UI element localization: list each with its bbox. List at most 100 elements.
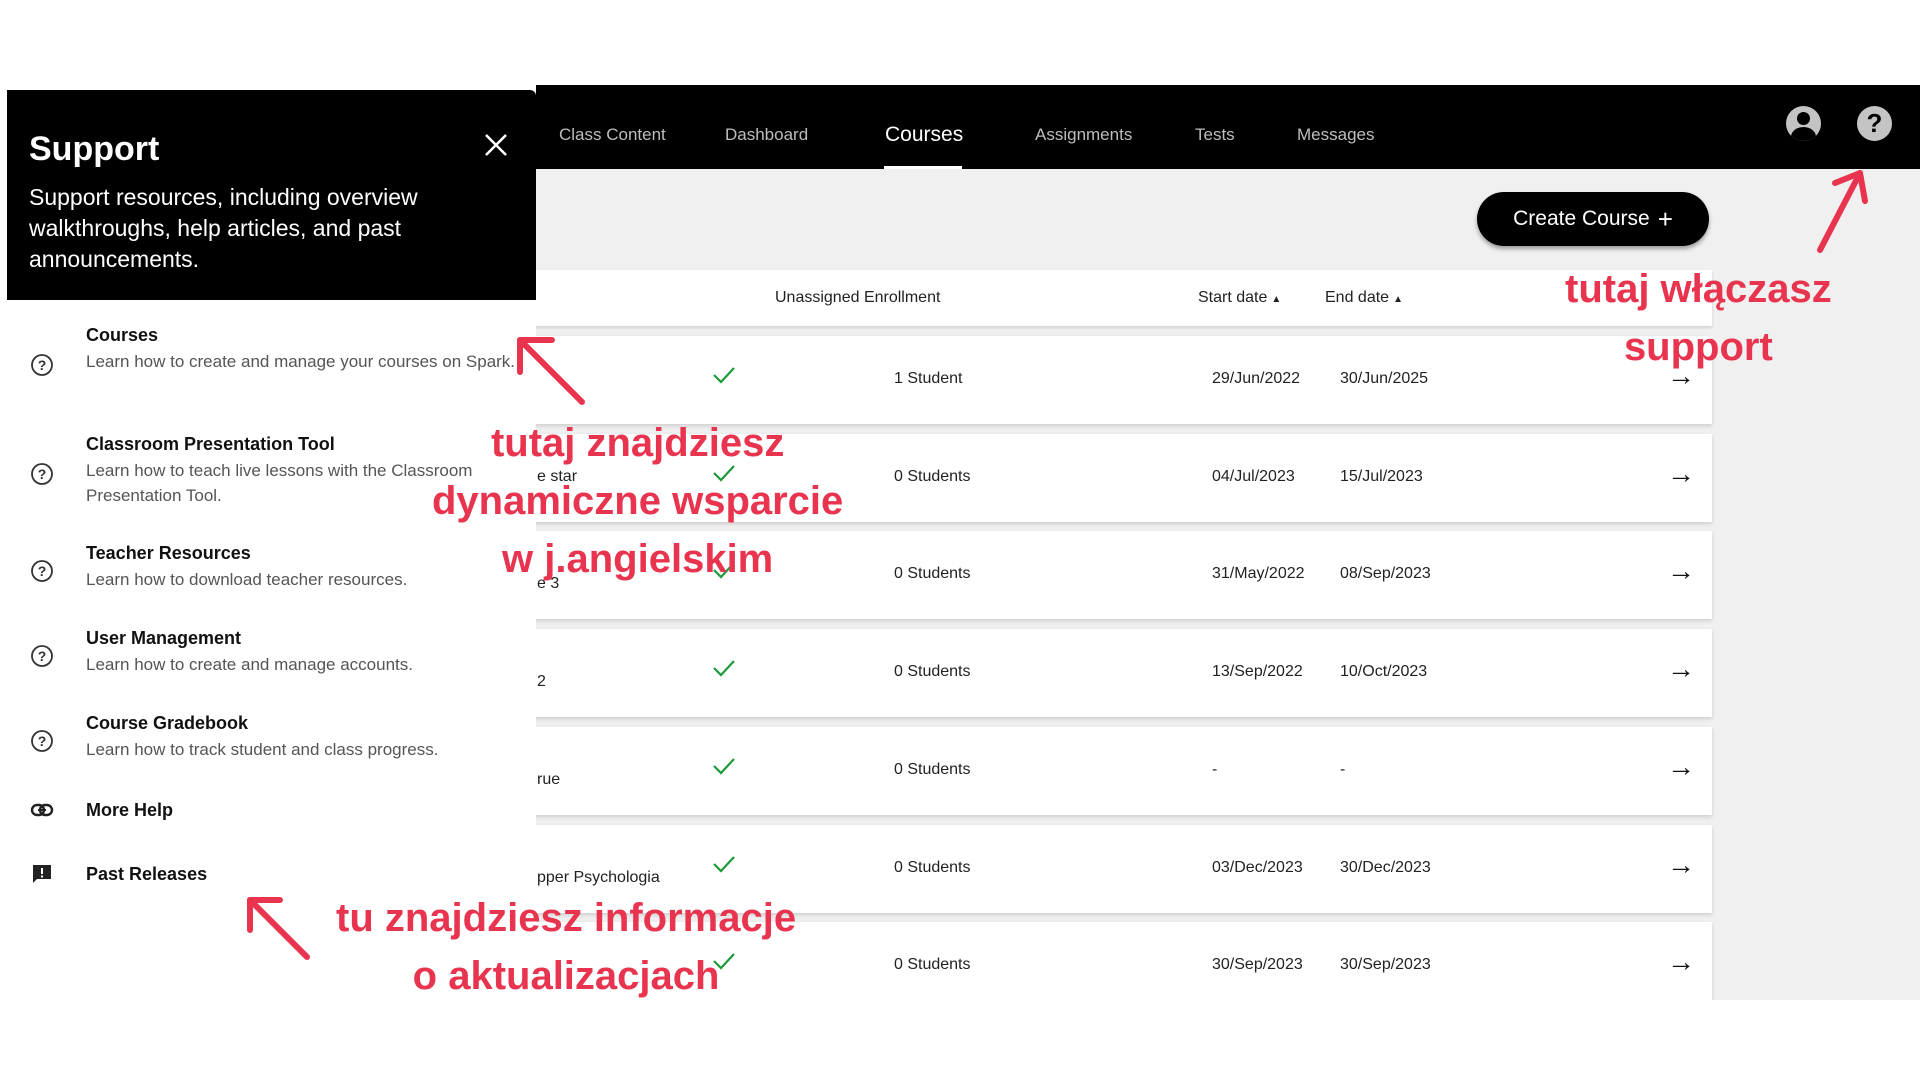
annotation-arrow-icon (517, 337, 585, 405)
course-name: rue (537, 771, 561, 788)
annotation-support-toggle: tutaj włączasz support (1565, 260, 1832, 376)
enrollment-count: 0 Students (894, 859, 971, 876)
support-item-title: Past Releases (86, 864, 208, 884)
svg-text:?: ? (38, 648, 47, 664)
start-date: 30/Sep/2023 (1212, 956, 1303, 973)
arrow-right-icon[interactable]: → (1667, 751, 1695, 783)
start-date: - (1212, 761, 1218, 778)
question-circle-icon: ? (31, 463, 53, 485)
support-item-title: User Management (86, 628, 242, 648)
arrow-right-icon[interactable]: → (1667, 555, 1695, 587)
check-icon (713, 856, 735, 873)
annotation-line: dynamiczne wsparcie (432, 479, 844, 523)
support-item-courses[interactable]: ? Courses Learn how to create and manage… (7, 325, 536, 405)
column-end-date[interactable]: End date ▲ (1325, 289, 1403, 307)
arrow-right-icon[interactable]: → (1667, 458, 1695, 490)
end-date: 30/Jun/2025 (1340, 370, 1429, 387)
plus-icon: + (1657, 204, 1673, 234)
active-tab-indicator (884, 166, 962, 169)
column-start-date[interactable]: Start date ▲ (1198, 289, 1281, 307)
enrollment-count: 0 Students (894, 468, 971, 485)
question-circle-icon: ? (31, 645, 53, 667)
support-title: Support (29, 130, 160, 168)
nav-courses[interactable]: Courses (885, 123, 963, 147)
enrollment-count: 0 Students (894, 565, 971, 582)
support-item-title: Courses (86, 325, 159, 345)
arrow-right-icon[interactable]: → (1667, 946, 1695, 978)
end-date: 10/Oct/2023 (1340, 663, 1428, 680)
question-circle-icon: ? (31, 354, 53, 376)
support-item-past-releases[interactable]: Past Releases (7, 862, 536, 892)
annotation-line: tutaj włączasz (1565, 267, 1832, 311)
chat-alert-icon (33, 865, 51, 883)
page-bottom-margin (0, 1000, 1920, 1080)
svg-text:?: ? (38, 466, 47, 482)
end-date-label: End date (1325, 289, 1390, 306)
nav-messages[interactable]: Messages (1297, 125, 1374, 145)
course-name: pper Psychologia (537, 869, 660, 886)
arrow-right-icon[interactable]: → (1667, 849, 1695, 881)
svg-text:?: ? (38, 563, 47, 579)
user-circle-icon[interactable] (1786, 106, 1821, 141)
app-window: Class Content Dashboard Courses Assignme… (7, 85, 1920, 1000)
column-unassigned-enrollment: Unassigned Enrollment (775, 289, 941, 306)
end-date: 30/Sep/2023 (1340, 956, 1431, 973)
check-icon (713, 367, 735, 384)
nav-dashboard[interactable]: Dashboard (725, 125, 808, 145)
enrollment-count: 0 Students (894, 956, 971, 973)
question-circle-icon: ? (31, 730, 53, 752)
arrow-right-icon[interactable]: → (1667, 653, 1695, 685)
close-icon[interactable] (481, 130, 511, 160)
svg-text:?: ? (38, 357, 47, 373)
create-course-button[interactable]: Create Course + (1477, 192, 1709, 246)
start-date: 13/Sep/2022 (1212, 663, 1303, 680)
support-item-desc: Learn how to create and manage your cour… (86, 352, 516, 371)
start-date: 29/Jun/2022 (1212, 370, 1301, 387)
course-name: 2 (537, 673, 546, 690)
table-row[interactable]: 1 Student 29/Jun/2022 30/Jun/2025 → (437, 336, 1712, 424)
end-date: 08/Sep/2023 (1340, 565, 1431, 582)
support-item-title: Teacher Resources (86, 543, 251, 563)
annotation-updates: tu znajdziesz informacje o aktualizacjac… (336, 889, 796, 1005)
end-date: - (1340, 761, 1346, 778)
annotation-line: support (1623, 325, 1773, 369)
link-icon (30, 803, 54, 817)
annotation-arrow-icon (247, 897, 310, 960)
end-date: 15/Jul/2023 (1340, 468, 1423, 485)
annotation-dynamic-help: tutaj znajdziesz dynamiczne wsparcie w j… (432, 414, 843, 588)
table-row[interactable]: 2 0 Students 13/Sep/2022 10/Oct/2023 → (437, 629, 1712, 717)
nav-class-content[interactable]: Class Content (559, 125, 666, 145)
question-circle-icon[interactable]: ? (1857, 106, 1892, 141)
end-date: 30/Dec/2023 (1340, 859, 1431, 876)
sort-asc-icon: ▲ (1393, 294, 1403, 305)
nav-assignments[interactable]: Assignments (1035, 125, 1132, 145)
support-item-title: More Help (86, 800, 174, 820)
annotation-line: tutaj znajdziesz (490, 421, 785, 465)
start-date: 04/Jul/2023 (1212, 468, 1295, 485)
support-item-user-management[interactable]: ? User Management Learn how to create an… (7, 628, 536, 684)
start-date-label: Start date (1198, 289, 1268, 306)
create-course-label: Create Course (1513, 207, 1650, 230)
annotation-line: o aktualizacjach (412, 954, 720, 998)
support-item-title: Classroom Presentation Tool (86, 434, 335, 454)
support-item-course-gradebook[interactable]: ? Course Gradebook Learn how to track st… (7, 713, 536, 769)
support-description: Support resources, including overview wa… (29, 184, 418, 272)
svg-text:?: ? (38, 733, 47, 749)
nav-tests[interactable]: Tests (1195, 125, 1235, 145)
question-circle-icon: ? (31, 560, 53, 582)
annotation-line: w j.angielskim (502, 537, 774, 581)
sort-asc-icon: ▲ (1271, 294, 1282, 305)
support-item-title: Course Gradebook (86, 713, 249, 733)
annotation-arrow-icon (1817, 170, 1868, 253)
check-icon (713, 758, 735, 775)
support-header: Support Support resources, including ove… (7, 90, 536, 300)
check-icon (713, 660, 735, 677)
start-date: 31/May/2022 (1212, 565, 1305, 582)
enrollment-count: 1 Student (894, 370, 963, 387)
start-date: 03/Dec/2023 (1212, 859, 1303, 876)
support-item-desc: Learn how to track student and class pro… (86, 740, 439, 759)
support-item-desc: Learn how to create and manage accounts. (86, 655, 413, 674)
table-row[interactable]: rue 0 Students - - → (437, 727, 1712, 815)
enrollment-count: 0 Students (894, 663, 971, 680)
support-item-more-help[interactable]: More Help (7, 798, 536, 828)
